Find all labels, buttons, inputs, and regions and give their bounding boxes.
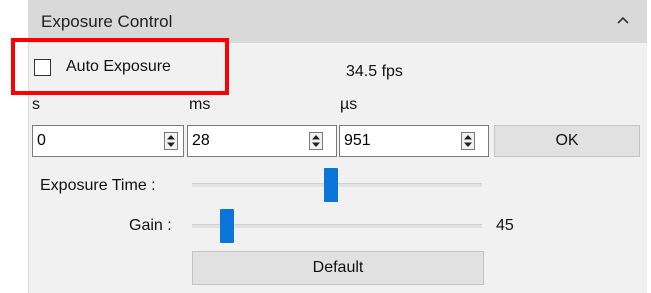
milliseconds-input[interactable] — [188, 126, 314, 156]
seconds-stepper[interactable] — [164, 132, 178, 150]
auto-exposure-label[interactable]: Auto Exposure — [66, 58, 171, 76]
stepper-arrows-icon — [167, 135, 175, 147]
gain-slider-thumb[interactable] — [219, 209, 234, 243]
unit-ms-label: ms — [189, 96, 211, 113]
milliseconds-spinner[interactable] — [187, 125, 337, 157]
gain-label: Gain : — [129, 217, 172, 234]
gain-value: 45 — [496, 217, 514, 234]
auto-exposure-checkbox[interactable] — [34, 59, 51, 76]
fps-readout: 34.5 fps — [346, 63, 403, 80]
milliseconds-stepper[interactable] — [309, 132, 323, 150]
seconds-input[interactable] — [33, 126, 161, 156]
stepper-arrows-icon — [312, 135, 320, 147]
seconds-spinner[interactable] — [32, 125, 184, 157]
microseconds-spinner[interactable] — [339, 125, 489, 157]
ok-button[interactable]: OK — [494, 125, 640, 157]
default-button[interactable]: Default — [192, 251, 484, 285]
chevron-up-icon[interactable] — [613, 10, 633, 30]
exposure-time-label: Exposure Time : — [40, 177, 156, 194]
exposure-time-slider-thumb[interactable] — [324, 168, 339, 202]
microseconds-stepper[interactable] — [461, 132, 475, 150]
panel-title: Exposure Control — [41, 12, 173, 31]
unit-us-label: µs — [340, 96, 358, 113]
microseconds-input[interactable] — [340, 126, 466, 156]
panel-header[interactable]: Exposure Control — [29, 0, 647, 43]
stepper-arrows-icon — [464, 135, 472, 147]
gain-slider-track[interactable] — [192, 224, 482, 228]
unit-s-label: s — [32, 96, 40, 113]
